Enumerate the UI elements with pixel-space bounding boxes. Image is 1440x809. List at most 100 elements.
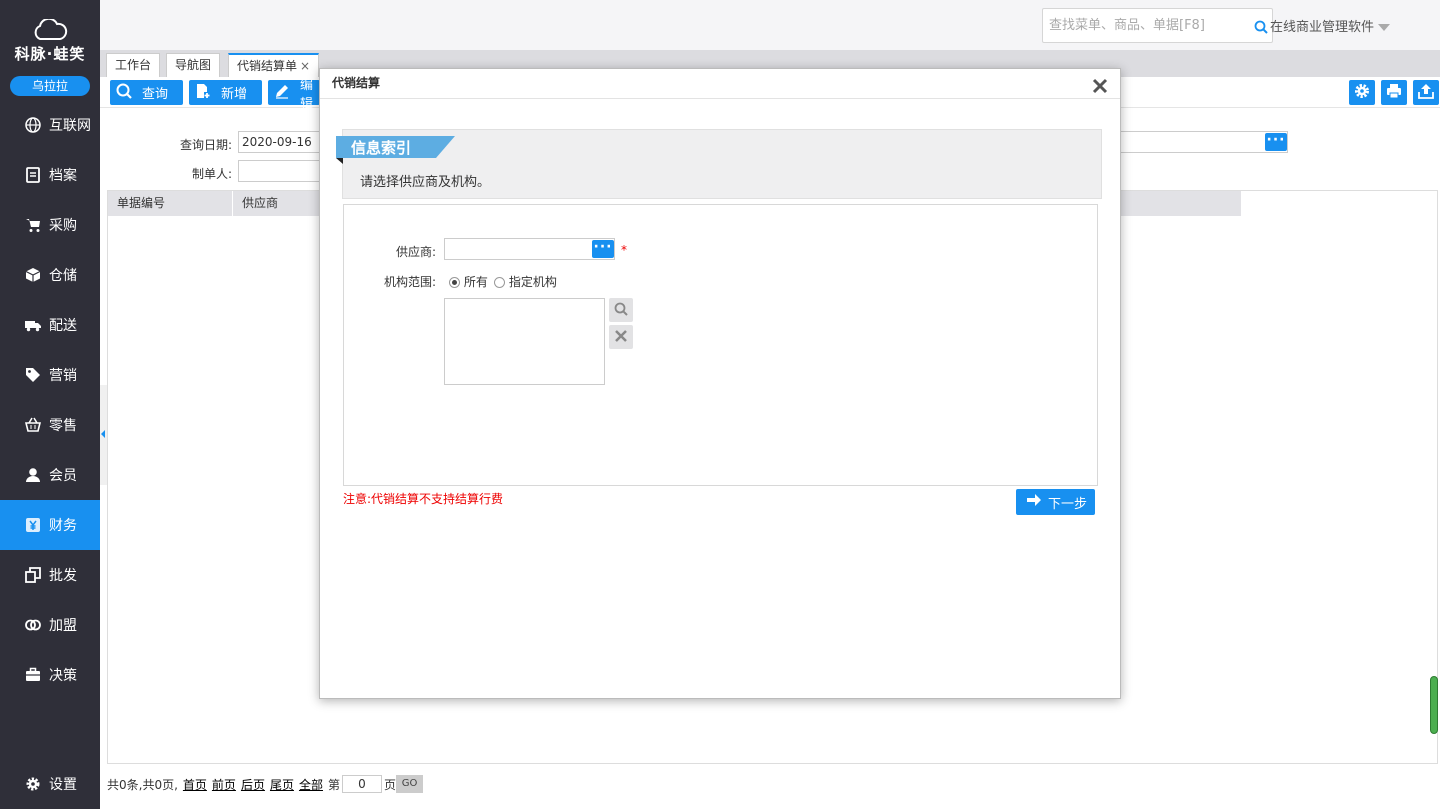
copy-icon: [24, 566, 42, 584]
sidebar-item-marketing[interactable]: 营销: [0, 350, 100, 400]
sidebar-item-franchise[interactable]: 加盟: [0, 600, 100, 650]
search-input[interactable]: [1043, 9, 1243, 42]
chevron-left-icon: [101, 430, 105, 438]
upload-icon: [1418, 83, 1434, 102]
sidebar-item-delivery[interactable]: 配送: [0, 300, 100, 350]
sidebar-bottom: 设置: [0, 759, 100, 809]
consignment-settlement-dialog: 代销结算 信息索引 请选择供应商及机构。 供应商: ··· * 机构范围: 所有…: [319, 68, 1121, 699]
pager-next[interactable]: 后页: [241, 776, 265, 793]
gear-icon: [1354, 83, 1370, 102]
page-number-input[interactable]: 0: [342, 775, 382, 793]
logo: 科脉·蛙笑: [0, 0, 100, 70]
tab-close-icon[interactable]: ×: [300, 59, 310, 73]
supplier-picker-button[interactable]: ···: [592, 240, 614, 258]
sidebar-item-internet[interactable]: 互联网: [0, 100, 100, 150]
close-icon[interactable]: [1092, 76, 1108, 104]
sidebar-item-archive[interactable]: 档案: [0, 150, 100, 200]
right-filter-input[interactable]: [1118, 131, 1288, 153]
print-button[interactable]: [1381, 80, 1407, 105]
user-icon: [24, 466, 42, 484]
sidebar-item-label: 互联网: [49, 118, 91, 134]
sidebar-item-purchase[interactable]: 采购: [0, 200, 100, 250]
sidebar-item-retail[interactable]: 零售: [0, 400, 100, 450]
cart-icon: [24, 216, 42, 234]
rings-icon: [24, 616, 42, 634]
supplier-input[interactable]: [444, 238, 615, 260]
sidebar-item-label: 设置: [49, 777, 77, 793]
query-button-label: 查询: [142, 87, 169, 102]
sidebar-collapse-handle[interactable]: [100, 385, 107, 485]
info-description: 请选择供应商及机构。: [360, 175, 491, 190]
sidebar-item-label: 仓储: [49, 268, 77, 284]
tab-navigation[interactable]: 导航图: [166, 53, 221, 77]
org-search-button[interactable]: [609, 298, 633, 322]
date-value: 2020-09-16: [242, 135, 312, 149]
gear-icon: [24, 775, 42, 793]
chevron-down-icon: [1378, 24, 1391, 31]
edit-button[interactable]: 编辑: [268, 78, 320, 112]
right-filter-picker-button[interactable]: ···: [1265, 133, 1287, 151]
pencil-icon: [274, 83, 290, 103]
query-button[interactable]: 查询: [110, 80, 183, 105]
date-label: 查询日期:: [179, 138, 232, 152]
top-header: 在线商业管理软件: [100, 0, 1440, 50]
radio-specific-label: 指定机构: [508, 275, 557, 289]
radio-specific[interactable]: [494, 277, 505, 288]
settings-button[interactable]: [1349, 80, 1375, 105]
box-icon: [24, 266, 42, 284]
basket-icon: [24, 416, 42, 434]
dialog-title-bar: 代销结算: [320, 69, 1120, 99]
radio-all-label: 所有: [463, 275, 488, 289]
warning-note: 注意:代销结算不支持结算行费: [343, 492, 504, 506]
pager-last[interactable]: 尾页: [270, 776, 294, 793]
add-button[interactable]: 新增: [189, 80, 262, 105]
tab-label: 代销结算单: [237, 59, 298, 73]
radio-specific-option[interactable]: 指定机构: [494, 273, 557, 290]
go-button[interactable]: GO: [396, 775, 424, 793]
cloud-logo-icon: [34, 19, 68, 40]
column-header[interactable]: 单据编号: [108, 191, 233, 216]
sidebar-item-label: 档案: [49, 168, 77, 184]
pager-all[interactable]: 全部: [299, 776, 323, 793]
arrow-right-icon: [1026, 493, 1042, 511]
sidebar-item-settings[interactable]: 设置: [0, 759, 100, 809]
export-button[interactable]: [1413, 80, 1439, 105]
product-name-label: 在线商业管理软件: [1270, 20, 1375, 35]
org-clear-button[interactable]: [609, 325, 633, 349]
product-menu[interactable]: 在线商业管理软件: [1270, 16, 1391, 35]
sidebar-item-wholesale[interactable]: 批发: [0, 550, 100, 600]
pager-summary: 共0条,共0页,: [107, 777, 178, 792]
org-range-label: 机构范围:: [384, 275, 437, 289]
pager-first[interactable]: 首页: [183, 776, 207, 793]
column-header[interactable]: 供应商: [233, 191, 323, 216]
sidebar-item-decision[interactable]: 决策: [0, 650, 100, 700]
sidebar-item-label: 零售: [49, 418, 77, 434]
user-name-badge[interactable]: 乌拉拉: [10, 76, 90, 96]
edit-button-label: 编辑: [300, 77, 314, 112]
sidebar-item-label: 采购: [49, 218, 77, 234]
tab-label: 工作台: [115, 58, 152, 72]
form-panel: 供应商: ··· * 机构范围: 所有 指定机构: [343, 204, 1098, 486]
pager-prev[interactable]: 前页: [212, 776, 236, 793]
sidebar-item-member[interactable]: 会员: [0, 450, 100, 500]
sidebar-nav: 互联网 档案 采购 仓储 配送 营销 零售 会员 财务 批发 加盟 决策: [0, 100, 100, 700]
info-ribbon-label: 信息索引: [351, 139, 412, 157]
next-step-button[interactable]: 下一步: [1016, 489, 1095, 515]
supplier-label: 供应商:: [396, 245, 437, 259]
scrollbar-thumb[interactable]: [1430, 676, 1438, 734]
radio-all[interactable]: [449, 277, 460, 288]
sidebar-item-warehouse[interactable]: 仓储: [0, 250, 100, 300]
search-icon[interactable]: [1254, 20, 1268, 37]
required-marker: *: [621, 243, 627, 257]
sidebar-item-label: 营销: [49, 368, 77, 384]
sidebar-item-label: 配送: [49, 318, 77, 334]
date-input[interactable]: 2020-09-16: [238, 131, 320, 153]
sidebar-item-label: 会员: [49, 468, 77, 484]
sidebar-item-label: 财务: [49, 518, 77, 534]
tab-workbench[interactable]: 工作台: [106, 53, 161, 77]
org-list-box[interactable]: [444, 298, 605, 385]
search-icon: [614, 302, 628, 319]
radio-all-option[interactable]: 所有: [449, 273, 488, 290]
creator-input[interactable]: [238, 160, 320, 182]
sidebar-item-finance[interactable]: 财务: [0, 500, 100, 550]
